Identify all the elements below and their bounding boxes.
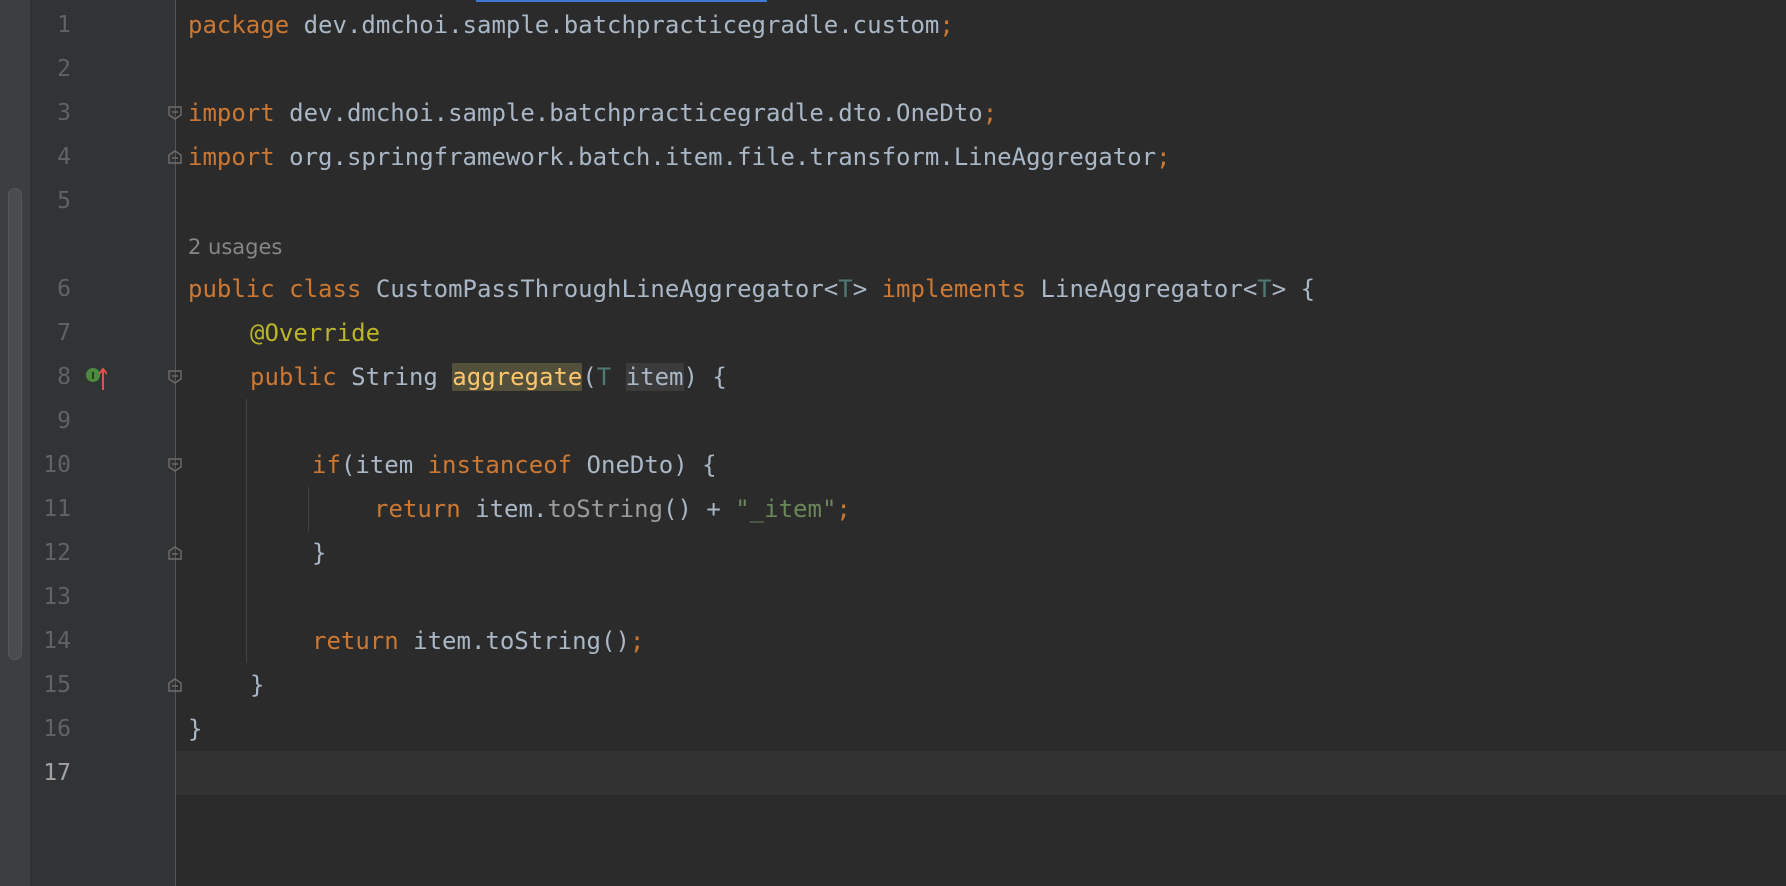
code-line-4[interactable]: import org.springframework.batch.item.fi… (188, 135, 1171, 179)
line-number-current[interactable]: 17 (31, 751, 71, 795)
keyword: instanceof (427, 451, 573, 479)
keyword: return (374, 495, 461, 523)
type-parameter: T (596, 363, 612, 391)
expression: item.toString() (398, 627, 630, 655)
line-number[interactable]: 15 (31, 663, 71, 707)
operator: () + (663, 495, 736, 523)
object-ref: item. (460, 495, 548, 523)
indent-guide (246, 399, 247, 663)
line-number[interactable]: 3 (31, 91, 71, 135)
closing-brace: } (312, 539, 327, 567)
keyword: import (188, 143, 275, 171)
code-line-10[interactable]: if(item instanceof OneDto) { (312, 443, 717, 487)
line-number[interactable]: 14 (31, 619, 71, 663)
code-line-8[interactable]: public String aggregate(T item) { (250, 355, 727, 399)
line-number[interactable]: 10 (31, 443, 71, 487)
code-line-6[interactable]: public class CustomPassThroughLineAggreg… (188, 267, 1315, 311)
line-number[interactable]: 2 (31, 47, 71, 91)
keyword: package (188, 11, 290, 39)
semicolon: ; (939, 11, 954, 39)
import-path: dev.dmchoi.sample.batchpracticegradle.dt… (274, 99, 983, 127)
closing-brace: } (188, 715, 203, 743)
keyword: public (250, 363, 337, 391)
import-path: org.springframework.batch.item.file.tran… (274, 143, 1157, 171)
class-name: CustomPassThroughLineAggregator< (361, 275, 839, 303)
method-call: toString (547, 495, 663, 523)
code-line-11[interactable]: return item.toString() + "_item"; (374, 487, 851, 531)
line-number[interactable]: 7 (31, 311, 71, 355)
type-parameter: T (838, 275, 853, 303)
punctuation: ) { (683, 363, 727, 391)
line-number[interactable]: 12 (31, 531, 71, 575)
semicolon: ; (982, 99, 998, 127)
keyword: implements (881, 275, 1027, 303)
fold-marker-icon[interactable] (167, 149, 183, 165)
interface-name: LineAggregator< (1026, 275, 1258, 303)
code-line-14[interactable]: return item.toString(); (312, 619, 644, 663)
keyword: return (312, 627, 399, 655)
punctuation: > { (1271, 275, 1316, 303)
implements-method-icon[interactable]: I (85, 366, 107, 392)
code-line-15[interactable]: } (250, 663, 264, 707)
vertical-scrollbar[interactable] (8, 188, 22, 660)
keyword: public (188, 275, 275, 303)
line-number[interactable]: 1 (31, 3, 71, 47)
keyword: class (274, 275, 362, 303)
semicolon: ; (836, 495, 851, 523)
code-line-12[interactable]: } (312, 531, 326, 575)
fold-marker-icon[interactable] (167, 545, 183, 561)
tool-window-strip (0, 0, 31, 886)
code-line-7[interactable]: @Override (250, 311, 380, 355)
return-type: String (336, 363, 453, 391)
semicolon: ; (1156, 143, 1171, 171)
line-number[interactable]: 5 (31, 179, 71, 223)
code-line-16[interactable]: } (188, 707, 202, 751)
line-number[interactable]: 8 (31, 355, 71, 399)
line-number[interactable]: 16 (31, 707, 71, 751)
active-tab-indicator (476, 0, 767, 2)
fold-marker-icon[interactable] (167, 105, 183, 121)
punctuation: ( (582, 363, 597, 391)
line-number[interactable]: 13 (31, 575, 71, 619)
condition: OneDto) { (572, 451, 717, 479)
annotation: @Override (250, 319, 381, 347)
line-number[interactable]: 4 (31, 135, 71, 179)
code-line-1[interactable]: package dev.dmchoi.sample.batchpracticeg… (188, 3, 954, 47)
package-name: dev.dmchoi.sample.batchpracticegradle.cu… (289, 11, 940, 39)
line-number[interactable]: 9 (31, 399, 71, 443)
line-number[interactable]: 11 (31, 487, 71, 531)
current-line-highlight (176, 751, 1786, 795)
punctuation: > (852, 275, 882, 303)
fold-marker-icon[interactable] (167, 457, 183, 473)
type-parameter: T (1257, 275, 1272, 303)
closing-brace: } (250, 671, 265, 699)
indent-guide (308, 487, 309, 531)
keyword: if (312, 451, 341, 479)
semicolon: ; (629, 627, 645, 655)
string-literal: "_item" (735, 495, 837, 523)
svg-text:I: I (91, 371, 95, 382)
fold-marker-icon[interactable] (167, 369, 183, 385)
code-line-3[interactable]: import dev.dmchoi.sample.batchpracticegr… (188, 91, 997, 135)
method-name-highlighted: aggregate (452, 363, 583, 391)
keyword: import (188, 99, 275, 127)
usages-hint[interactable]: 2 usages (188, 225, 282, 269)
parameter-name: item (625, 363, 684, 391)
line-number[interactable]: 6 (31, 267, 71, 311)
fold-marker-icon[interactable] (167, 677, 183, 693)
condition: (item (340, 451, 428, 479)
